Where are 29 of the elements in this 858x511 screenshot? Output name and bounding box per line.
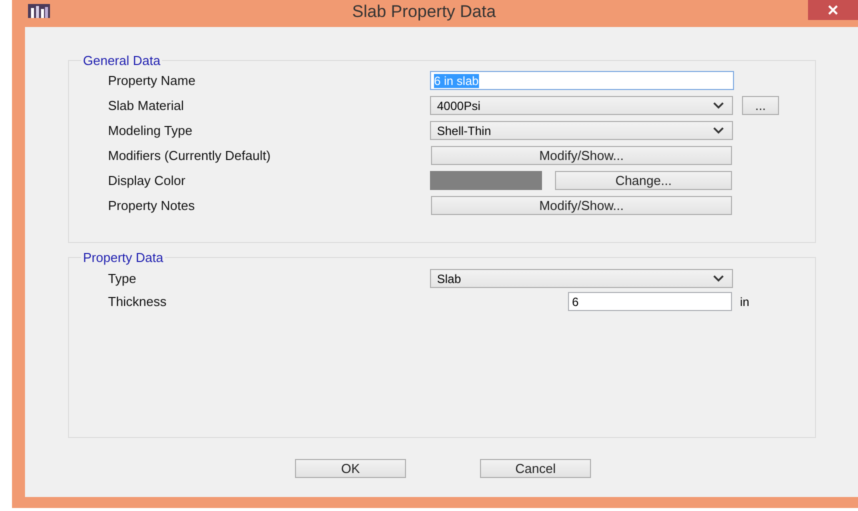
group-title: Property Data: [81, 250, 166, 265]
window-title: Slab Property Data: [351, 2, 497, 22]
browse-button[interactable]: ...: [742, 96, 779, 115]
close-icon: [828, 5, 838, 15]
dialog-button[interactable]: Cancel: [480, 459, 591, 478]
field-label: Slab Material: [108, 98, 185, 113]
field-label: Property Name: [108, 73, 196, 88]
dropdown[interactable]: Shell-Thin: [430, 121, 733, 140]
modify-button[interactable]: Modify/Show...: [431, 196, 732, 215]
chevron-down-icon: [713, 275, 724, 282]
change-button[interactable]: Change...: [555, 171, 732, 190]
chevron-down-icon: [713, 102, 724, 109]
dropdown[interactable]: 4000Psi: [430, 96, 733, 115]
field-label: Modeling Type: [108, 123, 194, 138]
field-label: Property Notes: [108, 198, 196, 213]
app-icon: [28, 4, 50, 18]
input-field[interactable]: 6: [568, 292, 732, 311]
color-swatch[interactable]: [430, 171, 542, 190]
chevron-down-icon: [713, 127, 724, 134]
field-label: Thickness: [108, 294, 168, 309]
dropdown[interactable]: Slab: [430, 269, 733, 288]
modify-button[interactable]: Modify/Show...: [431, 146, 732, 165]
close-button[interactable]: [808, 0, 858, 20]
group-title: General Data: [81, 53, 162, 68]
field-label: Display Color: [108, 173, 186, 188]
field-label: Modifiers (Currently Default): [108, 148, 272, 163]
unit-label: in: [740, 294, 750, 308]
field-label: Type: [108, 271, 138, 286]
dialog-button[interactable]: OK: [295, 459, 406, 478]
